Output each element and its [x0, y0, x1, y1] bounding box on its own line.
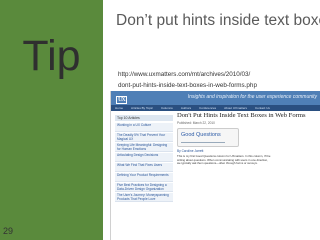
sidebar-header: Top 10 Articles [115, 115, 173, 121]
article-body: This is my first Good Questions column f… [177, 154, 271, 166]
slide-title: Don’t put hints inside text boxes [116, 12, 320, 29]
callout-underline [181, 142, 225, 144]
site-sidebar: Top 10 Articles Working in a UX Culture … [115, 115, 173, 203]
url-block: http://www.uxmatters.com/mt/archives/201… [118, 69, 257, 91]
article: Don't Put Hints Inside Text Boxes in Web… [177, 112, 317, 166]
sidebar-item[interactable]: Defining Your Product Requirements [115, 173, 173, 182]
nav-item[interactable]: Authors [177, 105, 195, 111]
site-nav: Home Articles By Topic Columns Authors C… [111, 105, 320, 111]
sidebar-item[interactable]: Keeping Life Meaningful: Designing for H… [115, 143, 173, 152]
url-line-1[interactable]: http://www.uxmatters.com/mt/archives/201… [118, 69, 257, 80]
url-line-2[interactable]: dont-put-hints-inside-text-boxes-in-web-… [118, 80, 257, 91]
callout-label: Good Questions [181, 132, 221, 139]
slide-number: 29 [3, 226, 14, 236]
nav-item[interactable]: Articles By Topic [127, 105, 157, 111]
nav-item[interactable]: Home [111, 105, 127, 111]
sidebar-item[interactable]: What We Find That Fixes Users [115, 163, 173, 172]
nav-item[interactable]: About UXmatters [220, 105, 251, 111]
article-date: Published: March 22, 2010 [177, 121, 215, 126]
nav-item[interactable]: Contact Us [251, 105, 274, 111]
embedded-screenshot: UX Insights and inspiration for the user… [110, 91, 320, 240]
sidebar-item[interactable]: The Deadly 5% That Prevent Your Magical … [115, 133, 173, 142]
column-callout: Good Questions [177, 128, 239, 148]
nav-item[interactable]: Conferences [195, 105, 220, 111]
sidebar-item[interactable]: The User's Journey: Moneyspanning Produc… [115, 193, 173, 202]
site-header: UX Insights and inspiration for the user… [111, 91, 320, 105]
sidebar-item[interactable]: Five Best Practices for Designing a Data… [115, 183, 173, 192]
sidebar-item[interactable]: Articulating Design Decisions [115, 153, 173, 162]
article-title: Don't Put Hints Inside Text Boxes in Web… [177, 112, 306, 119]
article-author[interactable]: By Caroline Jarrett [177, 149, 317, 153]
sidebar-item[interactable]: Working in a UX Culture [115, 123, 173, 132]
slide-label: Tip [22, 32, 81, 80]
site-tagline: Insights and inspiration for the user ex… [187, 94, 317, 100]
nav-item[interactable]: Columns [157, 105, 177, 111]
site-logo[interactable]: UX [116, 92, 127, 104]
